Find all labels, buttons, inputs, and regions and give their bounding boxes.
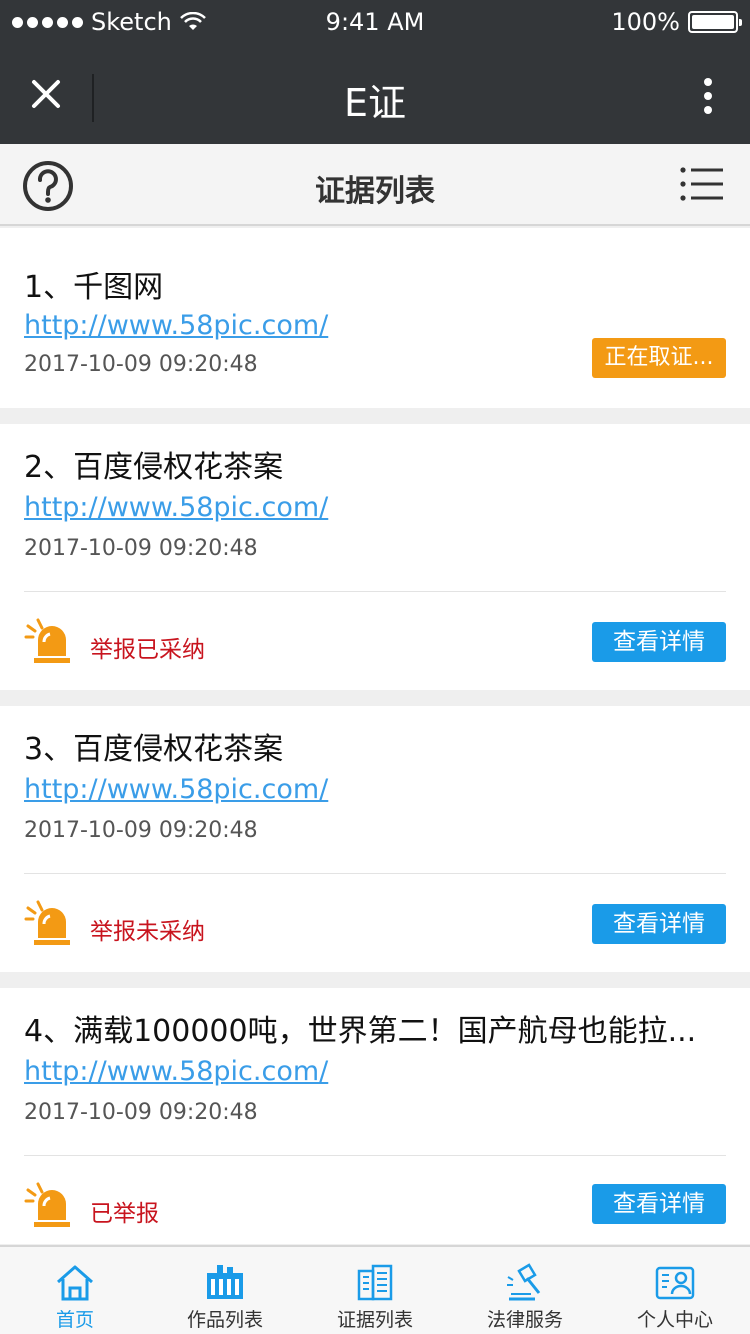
card-title: 3、百度侵权花茶案 bbox=[24, 732, 284, 767]
alarm-icon bbox=[24, 618, 70, 663]
card-title: 2、百度侵权花茶案 bbox=[24, 450, 284, 485]
tab-profile[interactable]: 个人中心 bbox=[600, 1247, 750, 1334]
evidence-card[interactable]: 2、百度侵权花茶案 http://www.58pic.com/ 2017-10-… bbox=[0, 424, 750, 690]
report-status: 举报未采纳 bbox=[90, 919, 205, 945]
battery-percent: 100% bbox=[611, 8, 680, 36]
home-icon bbox=[57, 1265, 93, 1301]
card-title: 1、千图网 bbox=[24, 270, 164, 305]
page-title: 证据列表 bbox=[315, 174, 435, 209]
status-right: 100% bbox=[611, 8, 742, 36]
card-datetime: 2017-10-09 09:20:48 bbox=[24, 818, 258, 843]
card-divider bbox=[24, 1155, 726, 1156]
tab-label: 个人中心 bbox=[636, 1309, 713, 1331]
battery-icon bbox=[688, 11, 742, 33]
card-url-link[interactable]: http://www.58pic.com/ bbox=[24, 310, 328, 341]
card-datetime: 2017-10-09 09:20:48 bbox=[24, 352, 258, 377]
tab-evidence-list[interactable]: 证据列表 bbox=[300, 1247, 450, 1334]
card-url-link[interactable]: http://www.58pic.com/ bbox=[24, 492, 328, 523]
card-title: 4、满载100000吨，世界第二！国产航母也能拉... bbox=[24, 1014, 697, 1049]
works-list-icon bbox=[207, 1265, 243, 1299]
evidence-list-icon bbox=[357, 1264, 393, 1301]
profile-icon bbox=[655, 1266, 695, 1300]
tab-legal-service[interactable]: 法律服务 bbox=[450, 1247, 600, 1334]
view-details-button[interactable]: 查看详情 bbox=[592, 904, 726, 944]
more-icon[interactable] bbox=[696, 74, 720, 118]
tab-label: 作品列表 bbox=[186, 1309, 263, 1331]
nav-bar: E证 bbox=[0, 44, 750, 144]
evidence-card[interactable]: 3、百度侵权花茶案 http://www.58pic.com/ 2017-10-… bbox=[0, 706, 750, 972]
status-bar: Sketch 9:41 AM 100% bbox=[0, 0, 750, 44]
report-status: 举报已采纳 bbox=[90, 637, 205, 663]
alarm-icon bbox=[24, 1182, 70, 1227]
alarm-icon bbox=[24, 900, 70, 945]
nav-title: E证 bbox=[343, 81, 406, 125]
tab-works-list[interactable]: 作品列表 bbox=[150, 1247, 300, 1334]
card-divider bbox=[24, 591, 726, 592]
tab-label: 法律服务 bbox=[486, 1309, 563, 1331]
view-details-button[interactable]: 查看详情 bbox=[592, 1184, 726, 1224]
card-datetime: 2017-10-09 09:20:48 bbox=[24, 536, 258, 561]
report-status: 已举报 bbox=[90, 1201, 159, 1227]
card-datetime: 2017-10-09 09:20:48 bbox=[24, 1100, 258, 1125]
view-details-button[interactable]: 查看详情 bbox=[592, 622, 726, 662]
tab-label: 首页 bbox=[55, 1309, 94, 1331]
card-divider bbox=[24, 873, 726, 874]
sub-header: 证据列表 bbox=[0, 144, 750, 226]
status-badge: 正在取证... bbox=[592, 338, 726, 378]
card-url-link[interactable]: http://www.58pic.com/ bbox=[24, 774, 328, 805]
tab-label: 证据列表 bbox=[336, 1309, 413, 1331]
menu-list-icon[interactable] bbox=[680, 166, 724, 202]
legal-service-icon bbox=[507, 1263, 541, 1301]
tab-home[interactable]: 首页 bbox=[0, 1247, 150, 1334]
tab-bar: 首页 作品列表 证据列表 法律服务 个人中心 bbox=[0, 1245, 750, 1334]
card-url-link[interactable]: http://www.58pic.com/ bbox=[24, 1056, 328, 1087]
evidence-card[interactable]: 1、千图网 http://www.58pic.com/ 2017-10-09 0… bbox=[0, 228, 750, 408]
evidence-card[interactable]: 4、满载100000吨，世界第二！国产航母也能拉... http://www.5… bbox=[0, 988, 750, 1244]
